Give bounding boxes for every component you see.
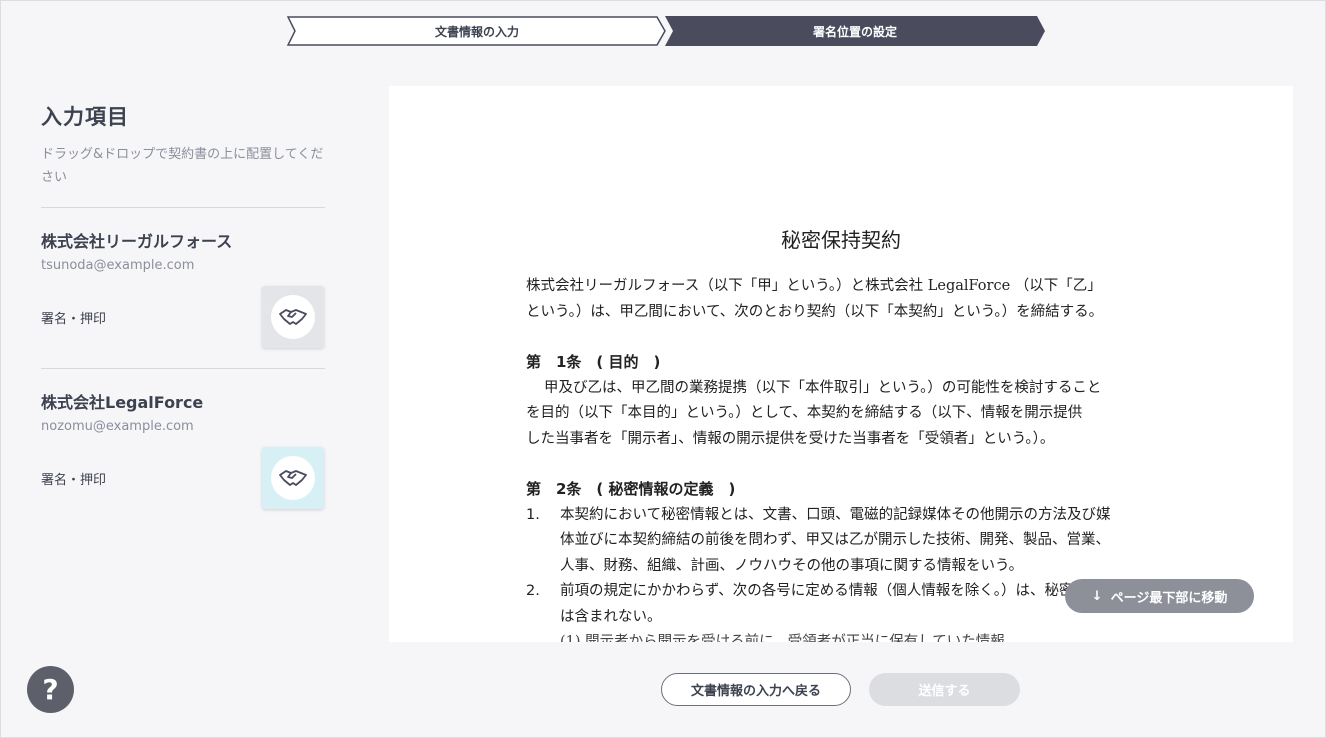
back-button[interactable]: 文書情報の入力へ戻る [661,673,851,706]
party-name: 株式会社リーガルフォース [41,232,233,251]
clause-line: 体並びに本契約締結の前後を問わず、甲又は乙が開示した技術、開発、製品、営業、 [560,532,1110,548]
step-label: 署名位置の設定 [812,24,897,39]
signature-field-label: 署名・押印 [41,473,107,488]
signature-field-label: 署名・押印 [41,312,107,327]
clause-number: 2. [526,583,540,599]
clause-line: 人事、財務、組織、計画、ノウハウその他の事項に関する情報をいう。 [560,557,1024,574]
input-items-sidebar: 入力項目 ドラッグ&ドロップで契約書の上に配置してください 株式会社リーガルフォ… [41,101,325,529]
party-email: tsunoda@example.com [41,258,195,273]
article-heading: 第 1条 ( 目的 ) [526,353,661,371]
sidebar-hint: ドラッグ&ドロップで契約書の上に配置してください [41,147,324,185]
send-button[interactable]: 送信する [869,673,1020,706]
article-line: を目的（以下「本目的」という。）として、本契約を締結する（以下、情報を開示提供 [526,405,1083,421]
help-button[interactable]: ? [27,666,74,713]
party-email: nozomu@example.com [41,419,194,434]
step-document-info: 文書情報の入力 [287,16,667,46]
clause-item: 1. 本契約において秘密情報とは、文書、口頭、電磁的記録媒体その他開示の方法及び… [526,503,1196,580]
clause-line: 本契約において秘密情報とは、文書、口頭、電磁的記録媒体その他開示の方法及び媒 [560,506,1111,523]
handshake-icon [279,309,307,325]
arrow-down-icon: ↓ [1091,588,1103,604]
jump-to-bottom-button[interactable]: ↓ ページ最下部に移動 [1065,579,1254,613]
app-frame: 文書情報の入力 署名位置の設定 入力項目 ドラッグ&ドロップで契約書の上に配置し… [0,0,1326,738]
clause-number: 1. [526,506,540,523]
sub-clause: (1) 開示者から開示を受ける前に、受領者が正当に保有していた情報 [560,634,1005,642]
article-line: 甲及び乙は、甲乙間の業務提携（以下「本件取引」という。）の可能性を検討すること [544,379,1102,396]
document-preview[interactable]: 秘密保持契約 株式会社リーガルフォース（以下「甲」という。）と株式会社 Lega… [389,86,1293,642]
step-signature-position: 署名位置の設定 [665,16,1045,46]
clause-line: 前項の規定にかかわらず、次の各号に定める情報（個人情報を除く。）は、秘密情報に [560,583,1117,599]
intro-line: 株式会社リーガルフォース（以下「甲」という。）と株式会社 LegalForce … [526,278,1102,294]
signature-field-draggable[interactable] [262,286,324,348]
sidebar-title: 入力項目 [41,105,129,129]
party-name: 株式会社LegalForce [41,393,204,412]
article-line: した当事者を「開示者」、情報の開示提供を受けた当事者を「受領者」という。）。 [526,430,1055,447]
party-block: 株式会社リーガルフォース tsunoda@example.com 署名・押印 [41,208,325,368]
intro-line: という。）は、甲乙間において、次のとおり契約（以下「本契約」という。）を締結する… [526,303,1104,320]
party-block: 株式会社LegalForce nozomu@example.com 署名・押印 [41,369,325,529]
step-label: 文書情報の入力 [434,24,519,39]
document-title: 秘密保持契約 [781,228,901,252]
signature-field-draggable[interactable] [262,447,324,509]
article-heading: 第 2条 ( 秘密情報の定義 ) [526,480,736,498]
handshake-icon [279,470,307,486]
jump-to-bottom-label: ページ最下部に移動 [1110,590,1228,606]
clause-line: は含まれない。 [560,608,662,625]
progress-stepper: 文書情報の入力 署名位置の設定 [287,16,1045,46]
